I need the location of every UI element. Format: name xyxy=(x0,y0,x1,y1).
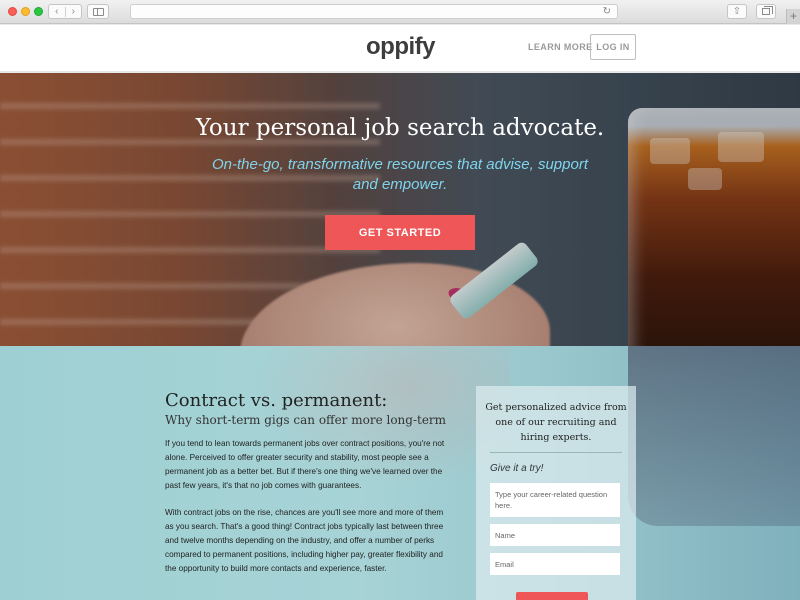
email-field[interactable]: Email xyxy=(490,553,620,575)
reload-icon[interactable]: ↻ xyxy=(603,5,611,18)
history-nav: ‹ › xyxy=(48,4,82,19)
chevron-left-icon[interactable]: ‹ xyxy=(49,6,66,17)
question-field[interactable]: Type your career-related question here. xyxy=(490,483,620,517)
learn-more-link[interactable]: LEARN MORE xyxy=(528,42,593,52)
article: Contract vs. permanent: Why short-term g… xyxy=(165,390,450,576)
hero-overlay xyxy=(0,73,800,346)
login-button[interactable]: LOG IN xyxy=(590,34,636,60)
address-bar[interactable]: ↻ xyxy=(130,4,618,19)
logo[interactable]: oppify xyxy=(366,33,436,61)
band-background-glass xyxy=(628,346,800,526)
hero-subtitle: On-the-go, transformative resources that… xyxy=(211,156,588,193)
article-body: If you tend to lean towards permanent jo… xyxy=(165,437,450,576)
minimize-window-button[interactable] xyxy=(21,7,30,16)
chevron-right-icon[interactable]: › xyxy=(66,6,82,17)
article-subtitle: Why short-term gigs can offer more long-… xyxy=(165,413,447,427)
zoom-window-button[interactable] xyxy=(34,7,43,16)
new-tab-button[interactable]: + xyxy=(786,9,800,24)
form-divider xyxy=(490,452,622,453)
close-window-button[interactable] xyxy=(8,7,17,16)
name-field[interactable]: Name xyxy=(490,524,620,546)
article-paragraph: If you tend to lean towards permanent jo… xyxy=(165,439,445,490)
advice-form: Get personalized advice from one of our … xyxy=(476,386,636,600)
share-icon: ⇧ xyxy=(732,5,742,17)
hero-title: Your personal job search advocate. xyxy=(195,115,605,141)
form-heading: Get personalized advice from one of our … xyxy=(485,402,627,443)
hero-section: Your personal job search advocate. On-th… xyxy=(0,73,800,346)
content-section: Contract vs. permanent: Why short-term g… xyxy=(0,346,800,600)
browser-toolbar: ‹ › ↻ ⇧ + xyxy=(0,0,800,24)
article-paragraph: With contract jobs on the rise, chances … xyxy=(165,508,444,573)
submit-button[interactable] xyxy=(516,592,588,600)
share-button[interactable]: ⇧ xyxy=(727,4,747,19)
sidebar-icon xyxy=(92,7,104,16)
get-started-button[interactable]: GET STARTED xyxy=(325,215,475,250)
site-header: oppify LEARN MORE LOG IN xyxy=(0,25,800,72)
form-tagline: Give it a try! xyxy=(490,463,544,474)
sidebar-toggle-button[interactable] xyxy=(87,4,109,19)
tabs-icon xyxy=(762,6,773,15)
show-tabs-button[interactable] xyxy=(756,4,776,19)
article-title: Contract vs. permanent: xyxy=(165,390,388,411)
